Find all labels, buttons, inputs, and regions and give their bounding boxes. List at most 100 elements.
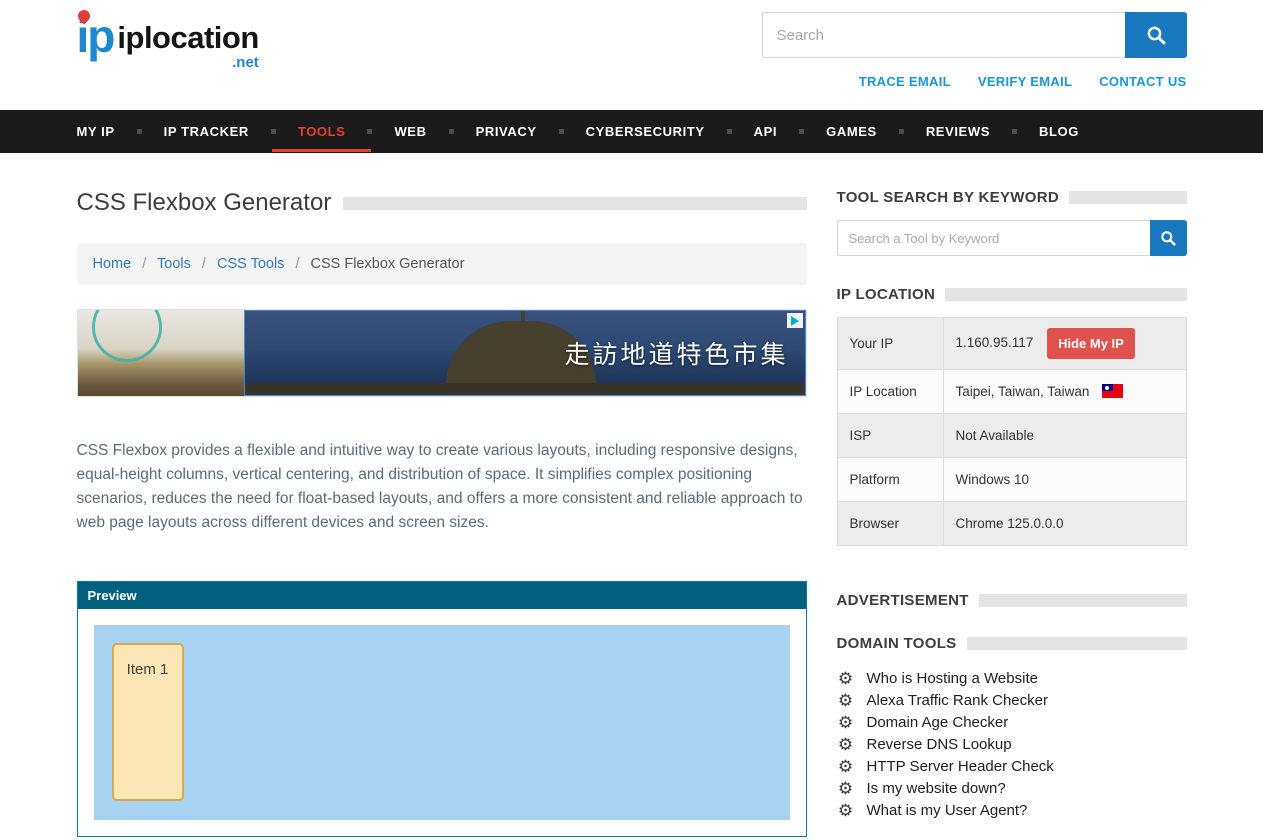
list-item: ⚙ What is my User Agent? bbox=[837, 800, 1187, 822]
gear-icon: ⚙ bbox=[837, 800, 855, 822]
gear-icon: ⚙ bbox=[837, 734, 855, 756]
gear-icon: ⚙ bbox=[837, 756, 855, 778]
nav-separator bbox=[899, 129, 904, 134]
header-right: TRACE EMAIL VERIFY EMAIL CONTACT US bbox=[762, 12, 1187, 89]
your-ip-value: 1.160.95.117 bbox=[956, 335, 1034, 350]
list-item: ⚙ Alexa Traffic Rank Checker bbox=[837, 690, 1187, 712]
platform-value: Windows 10 bbox=[943, 458, 1186, 502]
trace-email-link[interactable]: TRACE EMAIL bbox=[859, 74, 951, 89]
nav-item-games[interactable]: GAMES bbox=[826, 124, 877, 139]
domain-tool-link-user-agent[interactable]: What is my User Agent? bbox=[867, 800, 1028, 822]
browser-value: Chrome 125.0.0.0 bbox=[943, 502, 1186, 546]
gear-icon: ⚙ bbox=[837, 668, 855, 690]
contact-us-link[interactable]: CONTACT US bbox=[1099, 74, 1186, 89]
domain-tool-link-hosting[interactable]: Who is Hosting a Website bbox=[867, 668, 1038, 690]
ip-location-value: Taipei, Taiwan, Taiwan bbox=[956, 384, 1090, 399]
nav-separator bbox=[727, 129, 732, 134]
row-label: Your IP bbox=[837, 318, 943, 370]
main-nav: MY IP IP TRACKER TOOLS WEB PRIVACY CYBER… bbox=[0, 110, 1263, 153]
logo-suffix-text: .net bbox=[232, 54, 259, 71]
nav-separator bbox=[137, 129, 142, 134]
nav-item-api[interactable]: API bbox=[754, 124, 777, 139]
preview-header: Preview bbox=[78, 582, 806, 609]
isp-value: Not Available bbox=[943, 414, 1186, 458]
main-column: CSS Flexbox Generator Home / Tools / CSS… bbox=[77, 189, 807, 837]
nav-item-my-ip[interactable]: MY IP bbox=[77, 124, 115, 139]
row-label: IP Location bbox=[837, 370, 943, 414]
tool-search-button[interactable] bbox=[1150, 220, 1187, 256]
nav-item-privacy[interactable]: PRIVACY bbox=[476, 124, 537, 139]
breadcrumb-css-tools[interactable]: CSS Tools bbox=[217, 256, 284, 272]
breadcrumb-separator: / bbox=[142, 256, 146, 272]
ip-location-heading-row: IP LOCATION bbox=[837, 286, 1187, 303]
ad-caption-text: 走訪地道特色市集 bbox=[564, 335, 788, 371]
domain-tool-link-domain-age[interactable]: Domain Age Checker bbox=[867, 712, 1009, 734]
nav-item-tools[interactable]: TOOLS bbox=[298, 124, 346, 139]
flex-item-1[interactable]: Item 1 bbox=[112, 643, 184, 801]
row-label: ISP bbox=[837, 414, 943, 458]
list-item: ⚙ HTTP Server Header Check bbox=[837, 756, 1187, 778]
domain-tools-heading: DOMAIN TOOLS bbox=[837, 635, 957, 652]
gear-icon: ⚙ bbox=[837, 778, 855, 800]
header-links: TRACE EMAIL VERIFY EMAIL CONTACT US bbox=[762, 74, 1187, 89]
title-decoration-bar bbox=[343, 197, 806, 210]
table-row-your-ip: Your IP 1.160.95.117 Hide My IP bbox=[837, 318, 1186, 370]
search-icon bbox=[1160, 230, 1176, 246]
ad-banner[interactable]: 走訪地道特色市集 bbox=[77, 309, 807, 397]
header-search-input[interactable] bbox=[762, 12, 1125, 58]
domain-tool-link-reverse-dns[interactable]: Reverse DNS Lookup bbox=[867, 734, 1012, 756]
advertisement-heading-row: ADVERTISEMENT bbox=[837, 592, 1187, 609]
nav-item-ip-tracker[interactable]: IP TRACKER bbox=[164, 124, 249, 139]
taiwan-flag-icon bbox=[1102, 384, 1123, 398]
nav-item-blog[interactable]: BLOG bbox=[1039, 124, 1079, 139]
domain-tool-link-alexa-rank[interactable]: Alexa Traffic Rank Checker bbox=[867, 690, 1048, 712]
ad-left-image bbox=[78, 310, 244, 396]
sidebar: TOOL SEARCH BY KEYWORD IP LOCATION Your … bbox=[837, 189, 1187, 837]
domain-tools-heading-row: DOMAIN TOOLS bbox=[837, 635, 1187, 652]
breadcrumb-tools[interactable]: Tools bbox=[157, 256, 191, 272]
hide-my-ip-button[interactable]: Hide My IP bbox=[1047, 328, 1135, 359]
page: ip iplocation .net TRACE EMAIL VERIFY EM… bbox=[0, 0, 1263, 837]
ip-location-table: Your IP 1.160.95.117 Hide My IP IP Locat… bbox=[837, 317, 1187, 546]
breadcrumb: Home / Tools / CSS Tools / CSS Flexbox G… bbox=[77, 243, 807, 285]
tool-search-heading-row: TOOL SEARCH BY KEYWORD bbox=[837, 189, 1187, 206]
nav-separator bbox=[1012, 129, 1017, 134]
table-row-browser: Browser Chrome 125.0.0.0 bbox=[837, 502, 1186, 546]
page-title: CSS Flexbox Generator bbox=[77, 189, 332, 217]
header-search-button[interactable] bbox=[1125, 12, 1187, 58]
tool-search-heading: TOOL SEARCH BY KEYWORD bbox=[837, 189, 1059, 206]
breadcrumb-separator: / bbox=[295, 256, 299, 272]
nav-item-web[interactable]: WEB bbox=[394, 124, 426, 139]
logo-icon: ip bbox=[77, 16, 114, 57]
nav-item-cybersecurity[interactable]: CYBERSECURITY bbox=[586, 124, 705, 139]
logo[interactable]: ip iplocation .net bbox=[77, 16, 259, 89]
table-row-isp: ISP Not Available bbox=[837, 414, 1186, 458]
nav-separator bbox=[559, 129, 564, 134]
logo-text: iplocation .net bbox=[117, 22, 258, 71]
nav-item-reviews[interactable]: REVIEWS bbox=[926, 124, 990, 139]
list-item: ⚙ Domain Age Checker bbox=[837, 712, 1187, 734]
row-label: Platform bbox=[837, 458, 943, 502]
domain-tool-link-http-header[interactable]: HTTP Server Header Check bbox=[867, 756, 1054, 778]
gear-icon: ⚙ bbox=[837, 712, 855, 734]
breadcrumb-home[interactable]: Home bbox=[93, 256, 132, 272]
ip-location-heading: IP LOCATION bbox=[837, 286, 936, 303]
gear-icon: ⚙ bbox=[837, 690, 855, 712]
verify-email-link[interactable]: VERIFY EMAIL bbox=[978, 74, 1072, 89]
nav-separator bbox=[271, 129, 276, 134]
adchoices-icon[interactable] bbox=[787, 313, 803, 328]
header-search-bar bbox=[762, 12, 1187, 58]
list-item: ⚙ Is my website down? bbox=[837, 778, 1187, 800]
domain-tool-link-website-down[interactable]: Is my website down? bbox=[867, 778, 1006, 800]
tool-search-bar bbox=[837, 220, 1187, 256]
nav-separator bbox=[367, 129, 372, 134]
preview-panel: Preview Item 1 bbox=[77, 581, 807, 837]
heading-decoration-bar bbox=[979, 594, 1187, 607]
site-header: ip iplocation .net TRACE EMAIL VERIFY EM… bbox=[0, 0, 1263, 110]
nav-separator bbox=[449, 129, 454, 134]
list-item: ⚙ Reverse DNS Lookup bbox=[837, 734, 1187, 756]
preview-body: Item 1 bbox=[78, 609, 806, 836]
tool-search-input[interactable] bbox=[837, 220, 1150, 256]
heading-decoration-bar bbox=[967, 637, 1187, 650]
nav-separator bbox=[799, 129, 804, 134]
